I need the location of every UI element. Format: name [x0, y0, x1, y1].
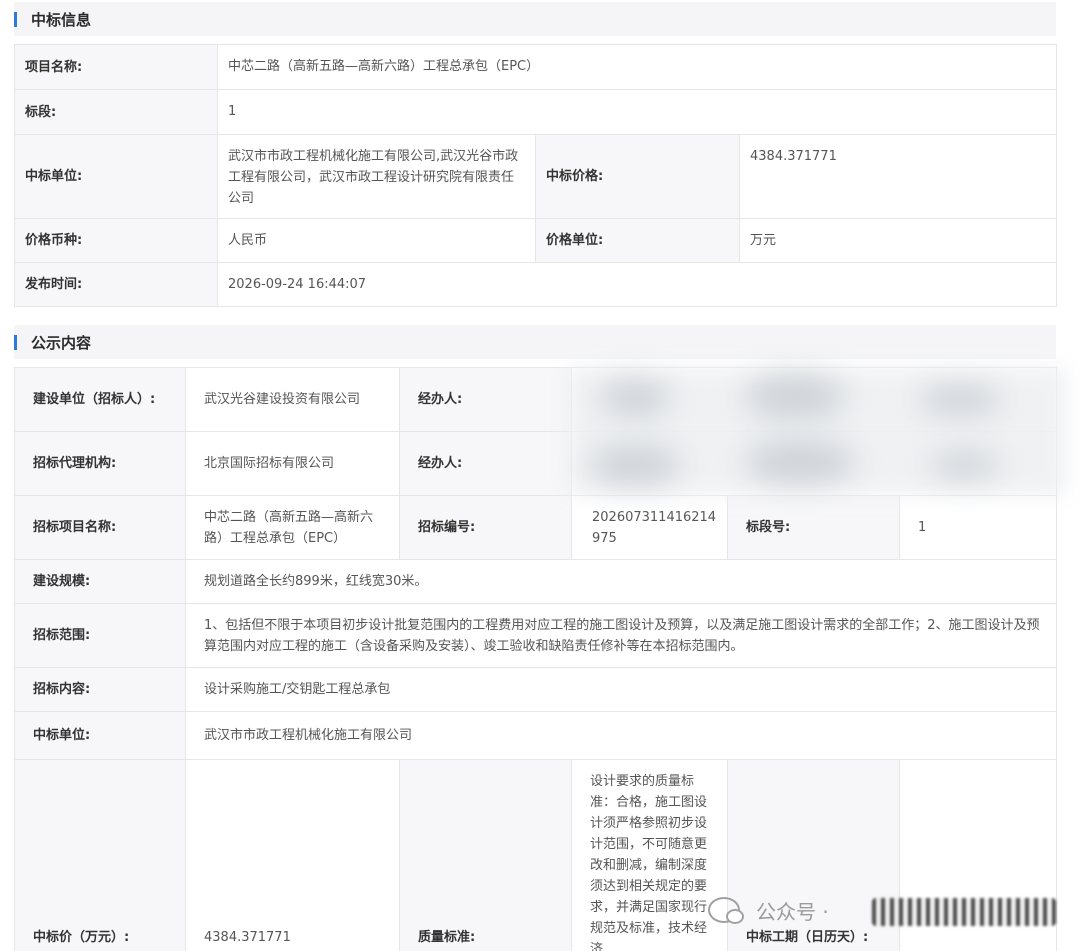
notice-winner-label: 中标单位:	[14, 711, 186, 760]
table-row: 标段: 1	[14, 89, 1058, 135]
table-row: 项目名称: 中芯二路（高新五路—高新六路）工程总承包（EPC）	[14, 44, 1058, 90]
scope-label: 招标范围:	[14, 603, 186, 668]
section-title: 中标信息	[31, 10, 92, 29]
redacted-blob	[745, 375, 845, 419]
notice-price-value: 4384.371771	[185, 759, 400, 951]
content-value: 设计采购施工/交钥匙工程总承包	[185, 667, 1057, 712]
builder-label: 建设单位（招标人）:	[14, 367, 186, 432]
table-row: 招标内容: 设计采购施工/交钥匙工程总承包	[14, 667, 1057, 712]
table-row: 招标范围: 1、包括但不限于本项目初步设计批复范围内的工程费用对应工程的施工图设…	[14, 603, 1057, 668]
lot-no-label: 标段号:	[727, 495, 900, 560]
content-label: 招标内容:	[14, 667, 186, 712]
redacted-blob	[590, 445, 680, 485]
currency-label: 价格币种:	[14, 218, 218, 263]
watermark-text: 公众号 ·	[756, 899, 829, 924]
price-label: 中标价格:	[535, 134, 740, 219]
table-row: 中标单位: 武汉市市政工程机械化施工有限公司	[14, 711, 1057, 760]
redacted-blob	[920, 385, 1000, 415]
lot-no-value: 1	[899, 495, 1057, 560]
publish-time-label: 发布时间:	[14, 262, 218, 307]
agency-handler-label: 经办人:	[399, 431, 572, 496]
lot-value: 1	[216, 89, 1058, 135]
table-row: 招标项目名称: 中芯二路（高新五路—高新六路）工程总承包（EPC） 招标编号: …	[14, 495, 1057, 560]
notice-winner-value: 武汉市市政工程机械化施工有限公司	[185, 711, 1057, 760]
winner-value: 武汉市市政工程机械化施工有限公司,武汉光谷市政工程有限公司，武汉市政工程设计研究…	[217, 134, 536, 219]
agency-label: 招标代理机构:	[14, 431, 186, 496]
price-unit-value: 万元	[738, 218, 1058, 263]
tender-project-label: 招标项目名称:	[14, 495, 186, 560]
currency-value: 人民币	[217, 218, 536, 263]
table-row: 价格币种: 人民币 价格单位: 万元	[14, 218, 1058, 263]
award-info-table: 项目名称: 中芯二路（高新五路—高新六路）工程总承包（EPC） 标段: 1 中标…	[14, 44, 1058, 307]
project-name-label: 项目名称:	[14, 44, 218, 90]
scale-value: 规划道路全长约899米，红线宽30米。	[185, 559, 1057, 604]
section-header-award-info: 中标信息	[14, 2, 1056, 36]
winner-label: 中标单位:	[14, 134, 218, 219]
publish-time-value: 2026-09-24 16:44:07	[216, 262, 1058, 307]
page: 中标信息 项目名称: 中芯二路（高新五路—高新六路）工程总承包（EPC） 标段:…	[0, 0, 1080, 951]
wechat-icon	[708, 897, 744, 924]
price-value: 4384.371771	[738, 134, 1058, 219]
builder-value: 武汉光谷建设投资有限公司	[185, 367, 400, 432]
notice-price-label: 中标价（万元）:	[14, 759, 186, 951]
table-row: 中标单位: 武汉市市政工程机械化施工有限公司,武汉光谷市政工程有限公司，武汉市政…	[14, 134, 1058, 219]
tender-no-label: 招标编号:	[399, 495, 572, 560]
table-row: 发布时间: 2026-09-24 16:44:07	[14, 262, 1058, 307]
agency-value: 北京国际招标有限公司	[185, 431, 400, 496]
section-title: 公示内容	[31, 333, 92, 352]
lot-label: 标段:	[14, 89, 218, 135]
redacted-blob	[600, 380, 670, 416]
scope-value: 1、包括但不限于本项目初步设计批复范围内的工程费用对应工程的施工图设计及预算，以…	[185, 603, 1057, 668]
price-unit-label: 价格单位:	[535, 218, 740, 263]
section-marker	[14, 11, 17, 27]
section-marker	[14, 334, 17, 350]
table-row: 建设规模: 规划道路全长约899米，红线宽30米。	[14, 559, 1057, 604]
handler-label: 经办人:	[399, 367, 572, 432]
section-header-public-notice: 公示内容	[14, 325, 1056, 359]
watermark: 公众号 ·	[708, 890, 829, 930]
redacted-blob	[745, 440, 855, 484]
tender-no-value: 202607311416214975	[571, 495, 728, 560]
tender-project-value: 中芯二路（高新五路—高新六路）工程总承包（EPC）	[185, 495, 400, 560]
redacted-account-name	[872, 898, 1056, 926]
quality-label: 质量标准:	[399, 759, 572, 951]
scale-label: 建设规模:	[14, 559, 186, 604]
quality-value: 设计要求的质量标准：合格，施工图设计须严格参照初步设计范围，不可随意更改和删减，…	[571, 759, 728, 951]
project-name-value: 中芯二路（高新五路—高新六路）工程总承包（EPC）	[216, 44, 1058, 90]
redacted-blob	[930, 452, 1000, 478]
